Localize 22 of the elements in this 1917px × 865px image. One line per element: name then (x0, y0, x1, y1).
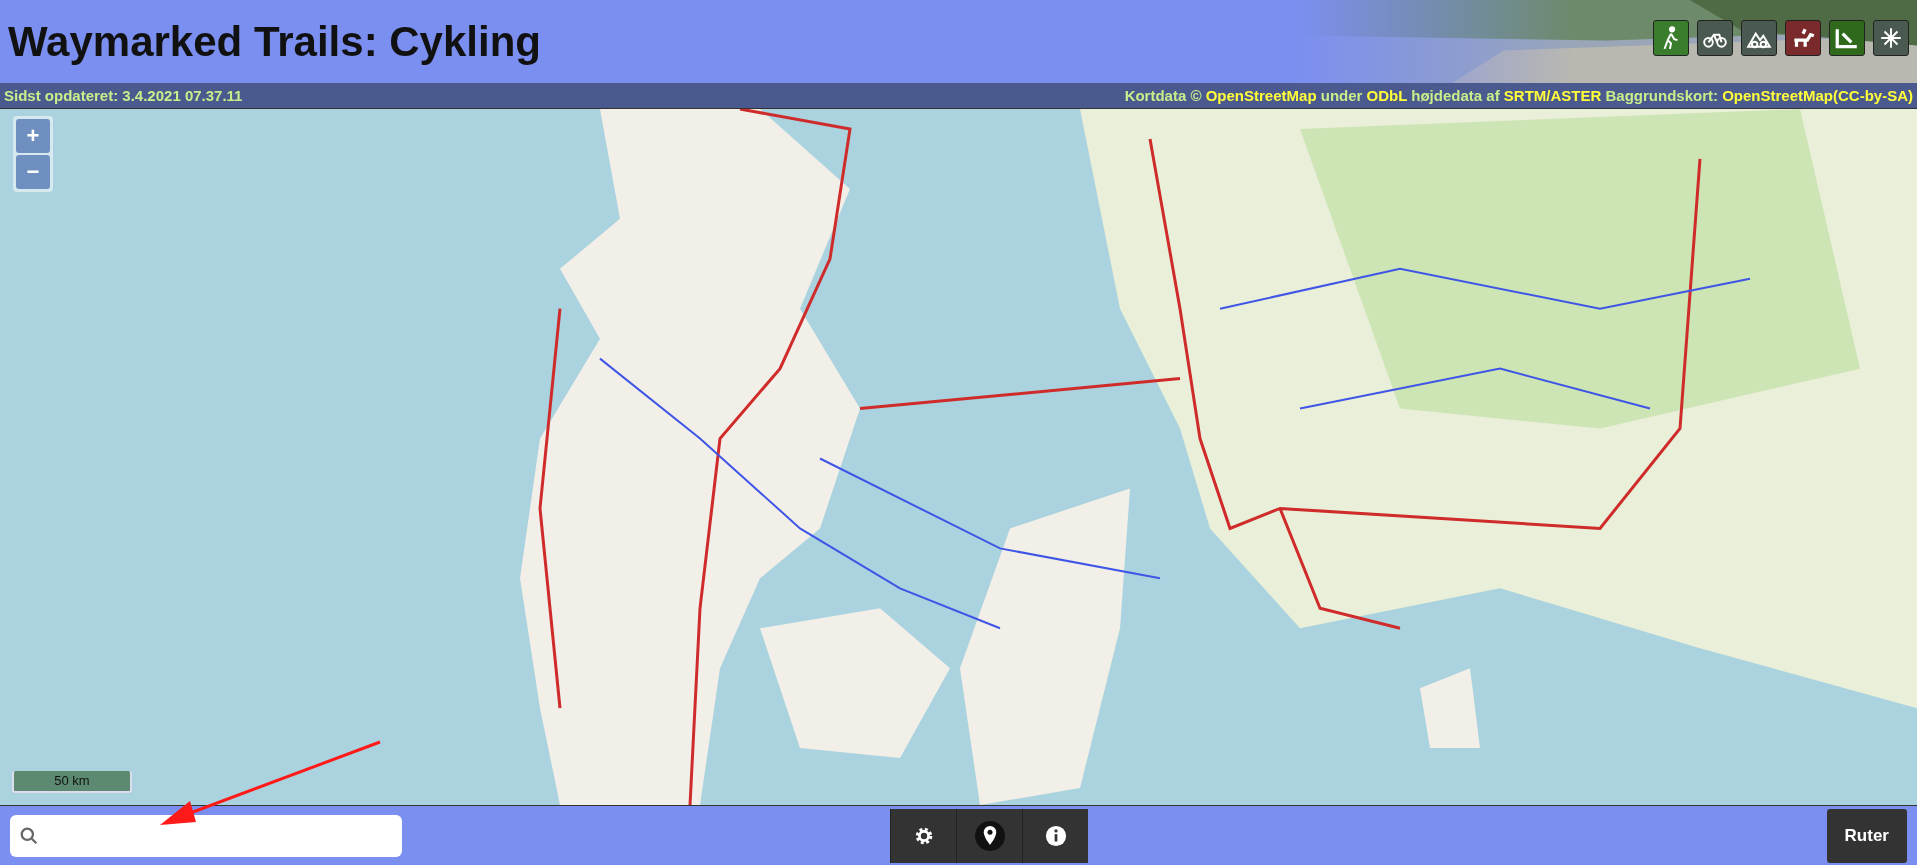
info-icon (1044, 824, 1067, 847)
activity-button[interactable] (1873, 19, 1909, 56)
map-pin-icon (974, 820, 1005, 851)
attribution-text: Kortdata © OpenStreetMap under ODbL højdedata af SRTM/ASTER Baggrundskort: OpenStreetMap(CC-by-SA) (1124, 87, 1913, 104)
search-icon (20, 826, 38, 845)
site-title: Waymarked Trails: Cykling (8, 17, 541, 66)
activity-button[interactable] (1741, 19, 1777, 56)
attribution-link[interactable]: OpenStreetMap(CC-by-SA) (1722, 87, 1913, 104)
activity-button[interactable] (1653, 19, 1689, 56)
activity-button[interactable] (1829, 19, 1865, 56)
info-button[interactable] (1022, 808, 1089, 863)
zoom-button[interactable]: − (16, 155, 50, 189)
attribution-link[interactable]: OpenStreetMap (1205, 87, 1317, 104)
attribution-link[interactable]: ODbL (1366, 87, 1408, 104)
attribution-link[interactable]: SRTM/ASTER (1503, 87, 1602, 104)
zoom-button[interactable]: + (16, 119, 50, 153)
last-updated-text: Sidst opdateret: 3.4.2021 07.37.11 (4, 87, 243, 104)
activity-button[interactable] (1785, 19, 1821, 56)
activity-button[interactable] (1697, 19, 1733, 56)
search-field[interactable] (10, 814, 402, 857)
scale-bar: 50 km (12, 771, 132, 793)
routes-button[interactable]: Ruter (1826, 808, 1907, 863)
